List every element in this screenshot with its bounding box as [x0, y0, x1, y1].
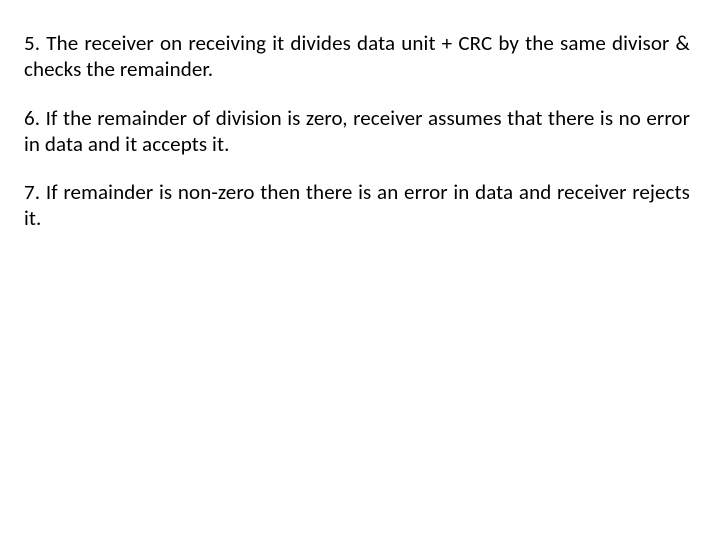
- point-7: 7. If remainder is non-zero then there i…: [24, 179, 690, 232]
- slide-content: 5. The receiver on receiving it divides …: [0, 0, 720, 540]
- point-6: 6. If the remainder of division is zero,…: [24, 105, 690, 158]
- point-5: 5. The receiver on receiving it divides …: [24, 30, 690, 83]
